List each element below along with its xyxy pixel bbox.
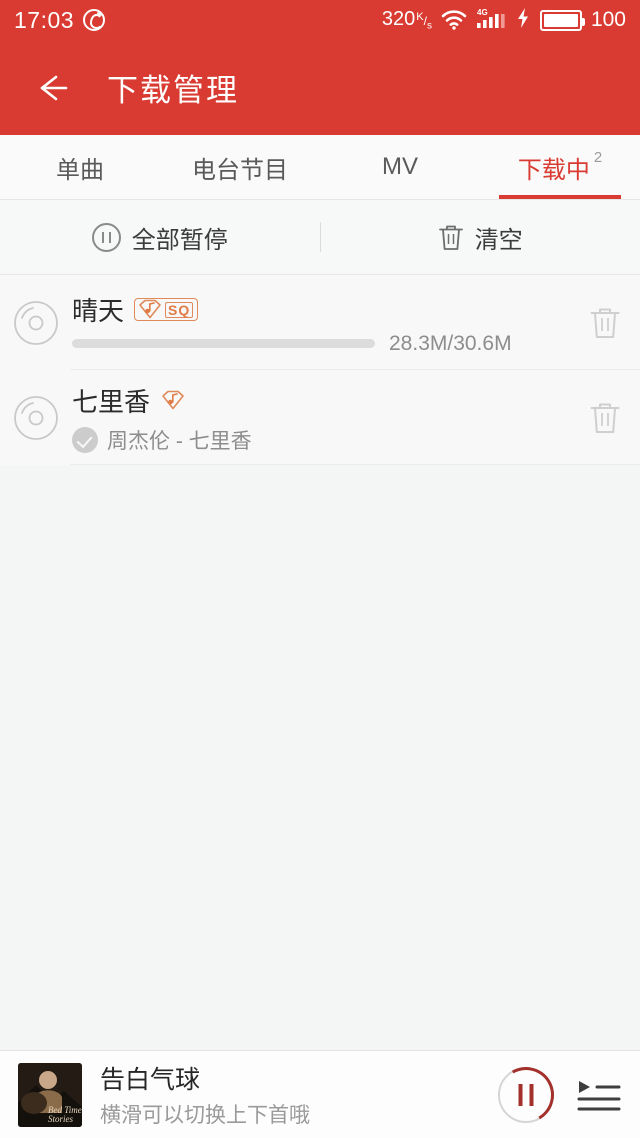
quality-badge-text: SQ	[165, 301, 194, 318]
album-cover-art[interactable]: Bed Time Stories	[18, 1062, 82, 1127]
download-item-header: 晴天 SQ	[72, 290, 560, 330]
song-title: 七里香	[72, 387, 151, 417]
app-header: 下载管理	[0, 40, 640, 135]
page-title: 下载管理	[107, 73, 239, 108]
signal-4g-icon: 4G	[476, 7, 506, 34]
delete-download-button[interactable]	[570, 305, 640, 341]
trash-icon	[589, 305, 621, 341]
player-hint-text: 横滑可以切换上下首哦	[100, 1104, 310, 1127]
tab-downloading[interactable]: 下载中 2	[480, 135, 640, 199]
quality-badge-sq: SQ	[134, 298, 199, 322]
battery-level: 100	[590, 8, 626, 31]
list-separator	[70, 464, 640, 465]
download-item-body: 晴天 SQ 28.3M/30.6M	[72, 290, 570, 356]
download-item[interactable]: 晴天 SQ 28.3M/30.6M	[0, 275, 640, 370]
tab-radio-programs[interactable]: 电台节目	[160, 135, 320, 199]
download-list: 晴天 SQ 28.3M/30.6M 七里香 周杰伦 - 七里香	[0, 275, 640, 465]
music-note-shield-icon	[160, 389, 186, 413]
download-item-body: 七里香 周杰伦 - 七里香	[72, 381, 570, 455]
back-arrow-icon[interactable]	[30, 66, 74, 110]
status-time: 17:03	[14, 6, 75, 33]
cd-disc-icon	[12, 394, 60, 442]
status-bar: 17:03 320 K/s 4G 100	[0, 0, 640, 40]
download-item[interactable]: 七里香 周杰伦 - 七里香	[0, 370, 640, 465]
svg-text:Stories: Stories	[48, 1114, 73, 1124]
player-song-title: 告白气球	[100, 1066, 201, 1094]
tab-bar: 单曲 电台节目 MV 下载中 2	[0, 135, 640, 200]
network-speed-unit: K/s	[416, 11, 432, 32]
download-status-row: 周杰伦 - 七里香	[72, 425, 560, 455]
download-item-header: 七里香	[72, 381, 560, 421]
check-circle-icon	[72, 426, 98, 453]
tab-mv[interactable]: MV	[320, 135, 480, 199]
pause-all-button[interactable]: 全部暂停	[0, 220, 320, 255]
svg-text:4G: 4G	[477, 8, 488, 17]
network-speed-value: 320	[381, 8, 416, 31]
tab-label: 下载中	[517, 156, 590, 184]
delete-download-button[interactable]	[570, 400, 640, 436]
pause-button-icon[interactable]	[491, 1060, 561, 1129]
action-bar: 全部暂停 清空	[0, 200, 640, 275]
netease-music-logo-icon	[83, 9, 106, 31]
tab-label: 单曲	[56, 156, 104, 184]
clear-all-label: 清空	[474, 226, 523, 254]
pause-circle-icon	[91, 222, 121, 252]
trash-icon	[589, 400, 621, 436]
status-bar-right: 320 K/s 4G 100	[382, 7, 626, 34]
battery-icon	[539, 9, 585, 31]
download-progress-text: 28.3M/30.6M	[389, 331, 512, 355]
charging-bolt-icon	[515, 7, 531, 34]
song-subtitle: 周杰伦 - 七里香	[107, 429, 252, 453]
song-title: 晴天	[72, 296, 125, 326]
download-progress-bar	[72, 339, 375, 348]
tab-label: 电台节目	[192, 156, 288, 184]
music-note-shield-icon	[137, 298, 163, 322]
wifi-icon	[441, 9, 467, 31]
trash-icon	[438, 223, 464, 252]
clear-all-button[interactable]: 清空	[321, 220, 640, 255]
network-speed: 320 K/s	[382, 8, 432, 31]
status-bar-left: 17:03	[14, 6, 106, 34]
cd-disc-icon	[12, 299, 60, 347]
player-track-info[interactable]: 告白气球 横滑可以切换上下首哦	[100, 1060, 498, 1129]
tab-label: MV	[382, 153, 418, 180]
pause-all-label: 全部暂停	[131, 226, 228, 254]
download-progress-row: 28.3M/30.6M	[72, 332, 560, 356]
tab-single-songs[interactable]: 单曲	[0, 135, 160, 199]
pause-bars	[518, 1083, 534, 1106]
tab-count-badge: 2	[593, 149, 603, 166]
playlist-icon[interactable]	[576, 1075, 622, 1115]
download-manager-screen: 17:03 320 K/s 4G 100 下载管理 单曲 电台节目 MV 下载中…	[0, 0, 640, 1138]
mini-player-bar: Bed Time Stories 告白气球 横滑可以切换上下首哦	[0, 1050, 640, 1138]
